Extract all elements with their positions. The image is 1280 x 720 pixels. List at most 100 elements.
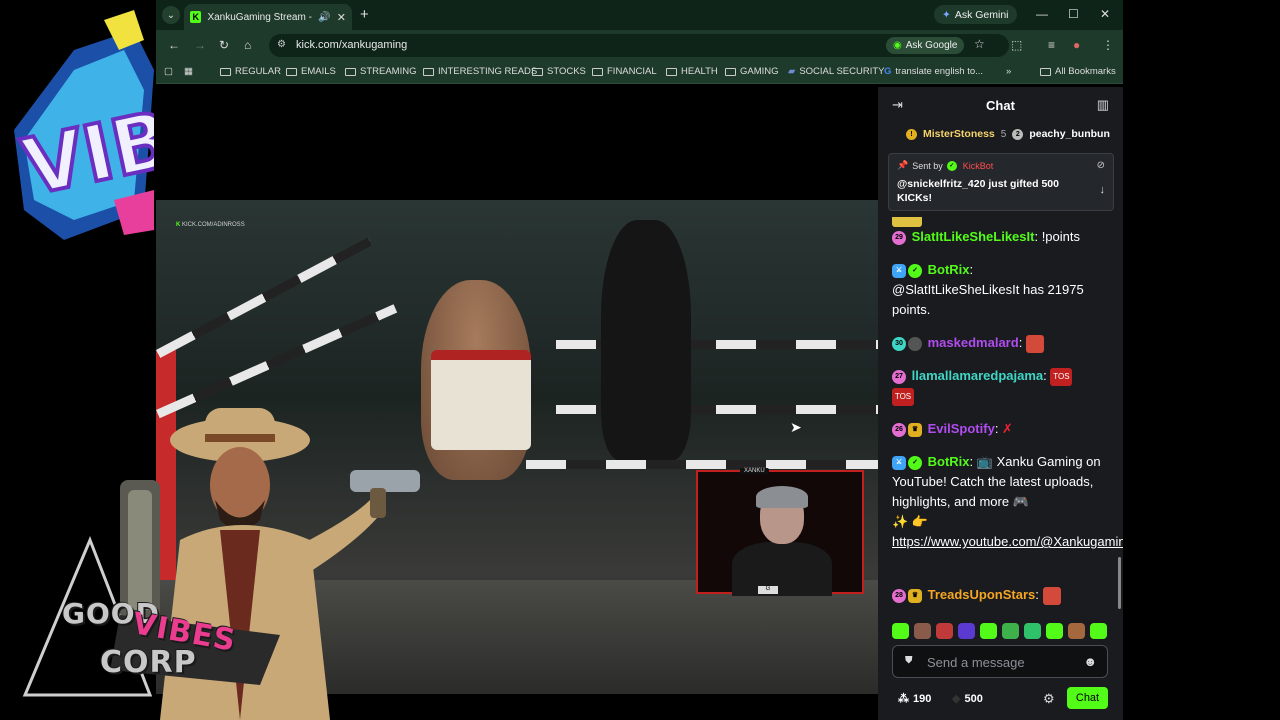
collapse-chat-icon[interactable]: ⇥	[892, 97, 903, 113]
pointing-hand-icon: 👉	[911, 514, 928, 529]
chat-input-placeholder: Send a message	[927, 655, 1025, 670]
stream-watermark: K KICK.COM/ADINROSS	[176, 222, 245, 228]
pinned-header: 📌 Sent by ✓ KickBot	[897, 160, 1105, 171]
ask-google-label: Ask Google	[905, 40, 958, 51]
minimize-button[interactable]: —	[1036, 7, 1048, 21]
extensions-icon[interactable]: ⬚	[1011, 38, 1022, 52]
menu-icon[interactable]: ⋮	[1102, 38, 1114, 52]
tos-emote: TOS	[1050, 367, 1073, 386]
sparkles-icon: ✨	[892, 514, 909, 529]
active-tab[interactable]: K XankuGaming Stream - Wa 🔊 ✕	[184, 4, 352, 30]
emote[interactable]	[1046, 623, 1063, 639]
leader-name[interactable]: peachy_bunbun	[1029, 128, 1110, 140]
pin-icon: 📌	[897, 160, 909, 170]
bookmark-stocks[interactable]: STOCKS	[532, 66, 586, 77]
youtube-link[interactable]: https://www.youtube.com/@Xankugaming	[892, 534, 1123, 549]
emote[interactable]	[936, 623, 953, 639]
expand-pin-icon[interactable]: ↓	[1100, 184, 1106, 196]
chat-message: 26 ♛ EvilSpotify: ✗	[892, 419, 1112, 439]
emote[interactable]	[1090, 623, 1107, 639]
leader-name[interactable]: MisterStoness	[923, 128, 995, 140]
good-vibes-corp-logo: GOOD VIBES CORP	[20, 535, 320, 720]
leader-count: 5	[1000, 128, 1007, 140]
speaker-icon[interactable]: 🔊	[318, 12, 330, 23]
chat-users-icon[interactable]: ▥	[1097, 97, 1109, 113]
bookmark-gaming[interactable]: GAMING	[725, 66, 779, 77]
site-info-icon[interactable]: ⚙	[277, 39, 286, 50]
bookmark-regular[interactable]: REGULAR	[220, 66, 281, 77]
tab-title: XankuGaming Stream - Wa	[207, 11, 312, 23]
emote[interactable]	[958, 623, 975, 639]
bookmark-interesting-reads[interactable]: INTERESTING READS	[423, 66, 537, 77]
profile-avatar[interactable]: ●	[1073, 38, 1080, 52]
emote[interactable]	[980, 623, 997, 639]
folder-icon	[286, 67, 297, 76]
media-controls-icon[interactable]: ≡	[1048, 38, 1055, 52]
forward-button[interactable]: →	[194, 38, 206, 52]
moderator-sword-icon: ⚔	[892, 263, 906, 278]
kicks-balance[interactable]: ◆ 500	[952, 692, 983, 706]
home-button[interactable]: ⌂	[244, 38, 251, 52]
new-tab-button[interactable]: +	[360, 6, 369, 23]
gemini-star-icon: ✦	[942, 8, 951, 21]
emote[interactable]	[1002, 623, 1019, 639]
chat-text: !points	[1041, 229, 1080, 244]
chat-input[interactable]: ⛊ Send a message ☻	[892, 645, 1108, 678]
hide-pin-icon[interactable]: ⊘	[1097, 160, 1105, 171]
chat-panel: ⇥ Chat ▥ ! MisterStoness 5 2 peachy_bunb…	[878, 87, 1123, 720]
ask-gemini-button[interactable]: ✦ Ask Gemini	[934, 5, 1017, 24]
close-tab-icon[interactable]: ✕	[337, 11, 346, 24]
chat-username[interactable]: TreadsUponStars	[928, 587, 1036, 602]
apps-grid-icon[interactable]: ▦	[184, 66, 193, 77]
bookmark-emails[interactable]: EMAILS	[286, 66, 336, 77]
chat-settings-icon[interactable]: ⚙	[1043, 691, 1055, 707]
chat-username[interactable]: maskedmalard	[928, 335, 1019, 350]
folder-icon	[220, 67, 231, 76]
ask-google-button[interactable]: ◉ Ask Google	[886, 37, 965, 54]
bookmark-label: REGULAR	[235, 66, 281, 77]
emote	[892, 217, 922, 227]
channel-points[interactable]: ⁂ 190	[898, 692, 931, 706]
emote[interactable]	[1024, 623, 1041, 639]
bookmark-social-security[interactable]: ▰ SOCIAL SECURITY	[788, 66, 884, 77]
back-button[interactable]: ←	[168, 38, 180, 52]
emoji-picker-icon[interactable]: ☻	[1083, 654, 1097, 669]
chat-username[interactable]: EvilSpotify	[928, 421, 995, 436]
all-bookmarks[interactable]: All Bookmarks	[1040, 66, 1116, 77]
pinned-sender: KickBot	[962, 160, 994, 171]
gifter-badge	[908, 336, 922, 351]
chat-header: ⇥ Chat ▥	[878, 87, 1123, 123]
emote[interactable]	[892, 623, 909, 639]
close-window-button[interactable]: ✕	[1100, 7, 1110, 21]
bookmark-translate[interactable]: Gtranslate english to...	[884, 66, 983, 77]
sidebar-toggle-icon[interactable]: ▢	[164, 66, 173, 77]
bookmark-health[interactable]: HEALTH	[666, 66, 718, 77]
mario-emote	[1042, 586, 1061, 605]
overlay-text: CORP	[100, 645, 197, 680]
more-bookmarks-icon[interactable]: »	[1006, 66, 1011, 77]
chat-username[interactable]: BotRix	[928, 262, 970, 277]
emote[interactable]	[1068, 623, 1085, 639]
send-chat-button[interactable]: Chat	[1067, 687, 1108, 709]
chat-message: 30 maskedmalard:	[892, 333, 1112, 353]
maximize-button[interactable]: ☐	[1068, 7, 1079, 21]
reload-button[interactable]: ↻	[219, 38, 229, 52]
chat-username[interactable]: SlatItLikeSheLikesIt	[912, 229, 1035, 244]
chat-text: Xanku Gaming on YouTube! Catch the lates…	[892, 454, 1101, 509]
chat-username[interactable]: llamallamaredpajama	[912, 368, 1044, 383]
google-icon: G	[884, 66, 892, 77]
bookmark-star-icon[interactable]: ☆	[974, 37, 985, 51]
chat-footer: ⁂ 190 ◆ 500 ⚙ Chat	[878, 685, 1123, 720]
bookmark-financial[interactable]: FINANCIAL	[592, 66, 657, 77]
bookmark-streaming[interactable]: STREAMING	[345, 66, 416, 77]
folder-icon	[725, 67, 736, 76]
right-background	[1123, 0, 1280, 720]
crown-icon: ♛	[908, 588, 922, 603]
kick-favicon-icon: K	[190, 11, 202, 23]
all-bookmarks-label: All Bookmarks	[1055, 66, 1116, 77]
emote[interactable]	[914, 623, 931, 639]
chat-username[interactable]: BotRix	[928, 454, 970, 469]
tab-search-button[interactable]: ⌄	[162, 6, 180, 24]
pinned-message[interactable]: 📌 Sent by ✓ KickBot @snickelfritz_420 ju…	[888, 153, 1114, 211]
chat-scrollbar[interactable]	[1118, 557, 1121, 609]
